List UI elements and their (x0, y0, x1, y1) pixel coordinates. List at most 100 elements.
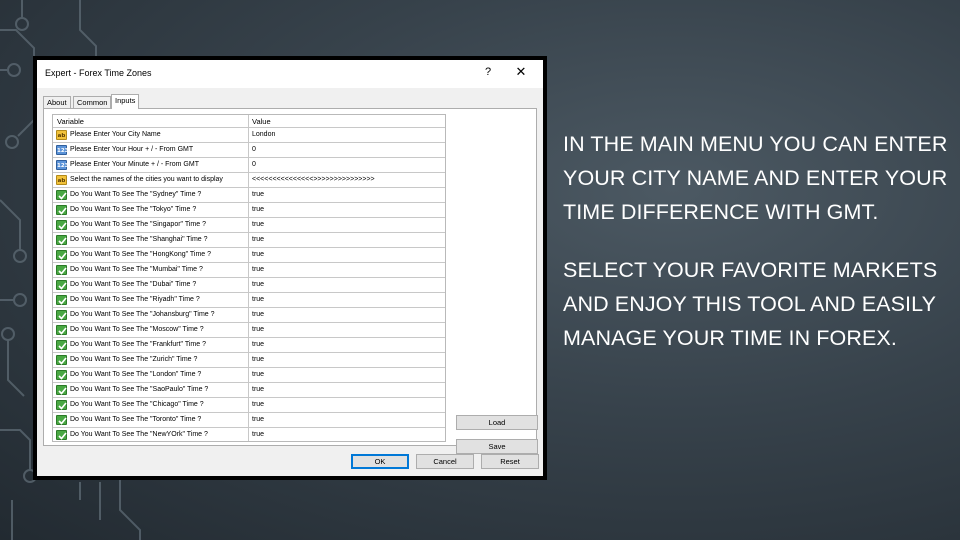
table-row[interactable]: Do You Want To See The "Toronto" Time ? t… (53, 413, 445, 428)
variable-cell: Do You Want To See The "Shanghai" Time ? (53, 233, 249, 247)
bool-check-icon (56, 190, 67, 200)
value-cell[interactable]: true (250, 323, 445, 337)
variable-label: Do You Want To See The "Shanghai" Time ? (70, 236, 208, 243)
value-cell[interactable]: true (250, 308, 445, 322)
value-cell[interactable]: 0 (250, 158, 445, 172)
value-cell[interactable]: <<<<<<<<<<<<<<<>>>>>>>>>>>>>>> (250, 173, 445, 187)
table-row[interactable]: Do You Want To See The "Mumbai" Time ? tr… (53, 263, 445, 278)
value-cell[interactable]: true (250, 233, 445, 247)
integer-type-icon: 123 (56, 160, 68, 170)
table-row[interactable]: Do You Want To See The "Shanghai" Time ?… (53, 233, 445, 248)
tab-about[interactable]: About (43, 96, 71, 108)
bool-check-icon (56, 400, 67, 410)
value-text: true (252, 341, 265, 348)
string-type-icon: ab (56, 130, 67, 140)
table-row[interactable]: Do You Want To See The "Moscow" Time ? tr… (53, 323, 445, 338)
dialog-body: Expert - Forex Time Zones ? ✕ About Comm… (37, 60, 543, 476)
load-button[interactable]: Load (456, 415, 538, 430)
value-text: 0 (252, 146, 256, 153)
dialog-titlebar[interactable]: Expert - Forex Time Zones ? ✕ (37, 60, 543, 88)
value-text: true (252, 236, 265, 243)
value-cell[interactable]: true (250, 428, 445, 441)
table-row[interactable]: Do You Want To See The "Zurich" Time ? tr… (53, 353, 445, 368)
value-text: true (252, 371, 265, 378)
table-row[interactable]: Do You Want To See The "NewYOrk" Time ? t… (53, 428, 445, 441)
value-cell[interactable]: true (250, 248, 445, 262)
variable-label: Do You Want To See The "London" Time ? (70, 371, 202, 378)
variable-label: Do You Want To See The "Tokyo" Time ? (70, 206, 197, 213)
header-value-cell: Value (250, 115, 445, 127)
value-text: true (252, 296, 265, 303)
value-text: true (252, 401, 265, 408)
bool-check-icon (56, 325, 67, 335)
value-cell[interactable]: 0 (250, 143, 445, 157)
table-row[interactable]: Do You Want To See The "Singapor" Time ?… (53, 218, 445, 233)
tab-inputs[interactable]: Inputs (111, 94, 140, 109)
inputs-table[interactable]: Variable Value ab Please Enter Your City … (52, 114, 446, 442)
value-text: true (252, 281, 265, 288)
value-cell[interactable]: true (250, 368, 445, 382)
value-text: true (252, 356, 265, 363)
table-row[interactable]: 123 Please Enter Your Minute + / - From G… (53, 158, 445, 173)
table-row[interactable]: ab Select the names of the cities you wan… (53, 173, 445, 188)
value-cell[interactable]: true (250, 203, 445, 217)
table-row[interactable]: Do You Want To See The "London" Time ? tr… (53, 368, 445, 383)
value-text: 0 (252, 161, 256, 168)
value-cell[interactable]: true (250, 398, 445, 412)
variable-label: Do You Want To See The "Johansburg" Time… (70, 311, 215, 318)
header-variable[interactable]: Variable (57, 117, 84, 126)
variable-label: Do You Want To See The "Zurich" Time ? (70, 356, 198, 363)
table-row[interactable]: Do You Want To See The "Chicago" Time ? t… (53, 398, 445, 413)
inputs-panel: Variable Value ab Please Enter Your City … (43, 108, 538, 454)
value-cell[interactable]: true (250, 413, 445, 427)
value-cell[interactable]: true (250, 383, 445, 397)
table-row[interactable]: Do You Want To See The "SaoPaulo" Time ?… (53, 383, 445, 398)
table-row[interactable]: Do You Want To See The "HongKong" Time ?… (53, 248, 445, 263)
value-cell[interactable]: true (250, 338, 445, 352)
bool-check-icon (56, 355, 67, 365)
string-type-icon: ab (56, 175, 67, 185)
table-row[interactable]: Do You Want To See The "Sydney" Time ? tr… (53, 188, 445, 203)
cancel-button[interactable]: Cancel (416, 454, 474, 469)
save-button[interactable]: Save (456, 439, 538, 454)
value-cell[interactable]: true (250, 263, 445, 277)
variable-label: Do You Want To See The "Chicago" Time ? (70, 401, 204, 408)
bool-check-icon (56, 385, 67, 395)
variable-cell: Do You Want To See The "Johansburg" Time… (53, 308, 249, 322)
table-row[interactable]: ab Please Enter Your City Name London (53, 128, 445, 143)
table-row[interactable]: Do You Want To See The "Tokyo" Time ? tru… (53, 203, 445, 218)
help-button[interactable]: ? (481, 66, 495, 78)
value-text: true (252, 251, 265, 258)
variable-label: Do You Want To See The "Dubai" Time ? (70, 281, 197, 288)
header-value[interactable]: Value (252, 117, 271, 126)
table-row[interactable]: Do You Want To See The "Riyadh" Time ? tr… (53, 293, 445, 308)
table-row[interactable]: Do You Want To See The "Frankfurt" Time … (53, 338, 445, 353)
tab-common[interactable]: Common (73, 96, 112, 108)
variable-label: Do You Want To See The "Sydney" Time ? (70, 191, 202, 198)
value-text: true (252, 311, 265, 318)
variable-label: Do You Want To See The "Singapor" Time ? (70, 221, 206, 228)
variable-cell: Do You Want To See The "London" Time ? (53, 368, 249, 382)
variable-cell: Do You Want To See The "NewYOrk" Time ? (53, 428, 249, 441)
value-cell[interactable]: true (250, 278, 445, 292)
value-text: <<<<<<<<<<<<<<<>>>>>>>>>>>>>>> (252, 176, 375, 183)
value-cell[interactable]: true (250, 218, 445, 232)
value-cell[interactable]: true (250, 293, 445, 307)
reset-button[interactable]: Reset (481, 454, 539, 469)
ok-button[interactable]: OK (351, 454, 409, 469)
dialog-title: Expert - Forex Time Zones (45, 68, 152, 78)
variable-label: Please Enter Your Hour + / - From GMT (70, 146, 194, 153)
value-text: true (252, 191, 265, 198)
header-variable-cell: Variable (53, 115, 249, 127)
table-row[interactable]: Do You Want To See The "Dubai" Time ? tru… (53, 278, 445, 293)
table-row[interactable]: 123 Please Enter Your Hour + / - From GMT… (53, 143, 445, 158)
value-cell[interactable]: London (250, 128, 445, 142)
variable-label: Do You Want To See The "Moscow" Time ? (70, 326, 204, 333)
table-row[interactable]: Do You Want To See The "Johansburg" Time… (53, 308, 445, 323)
value-cell[interactable]: true (250, 188, 445, 202)
value-cell[interactable]: true (250, 353, 445, 367)
close-button[interactable]: ✕ (513, 64, 529, 80)
variable-cell: Do You Want To See The "Toronto" Time ? (53, 413, 249, 427)
variable-label: Do You Want To See The "NewYOrk" Time ? (70, 431, 208, 438)
bool-check-icon (56, 250, 67, 260)
